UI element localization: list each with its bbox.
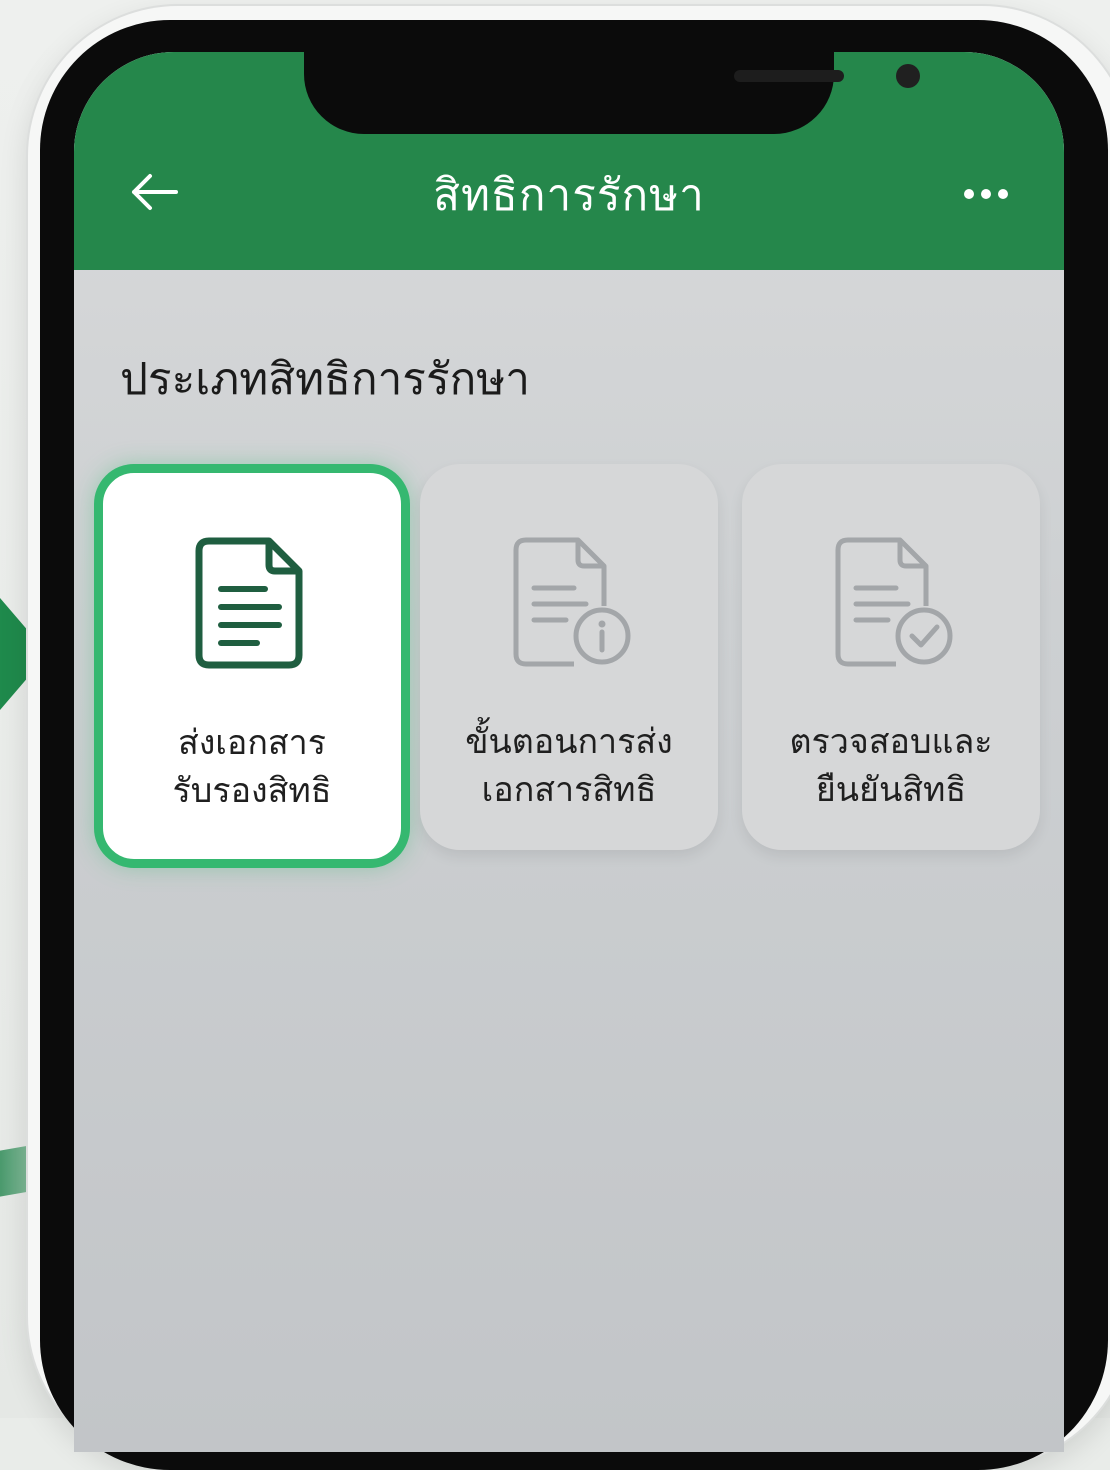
card-label: ส่งเอกสาร รับรองสิทธิ bbox=[172, 723, 332, 811]
speaker-grille bbox=[734, 70, 844, 82]
front-camera bbox=[896, 64, 920, 88]
document-icon bbox=[195, 537, 303, 669]
document-check-icon bbox=[835, 537, 953, 667]
page-title: สิทธิการรักษา bbox=[433, 170, 705, 221]
more-dot bbox=[998, 189, 1008, 199]
card-verify-rights[interactable]: ตรวจสอบและ ยืนยันสิทธิ bbox=[742, 464, 1040, 850]
phone-notch bbox=[304, 52, 920, 134]
document-info-icon bbox=[513, 537, 631, 667]
more-dot bbox=[981, 189, 991, 199]
more-horizontal-icon bbox=[964, 189, 974, 199]
card-label: ขั้นตอนการส่ง เอกสารสิทธิ bbox=[465, 722, 673, 810]
card-submit-documents[interactable]: ส่งเอกสาร รับรองสิทธิ bbox=[94, 464, 410, 868]
app-bar: สิทธิการรักษา bbox=[74, 52, 1064, 270]
more-options-button[interactable] bbox=[946, 164, 1026, 224]
section-heading: ประเภทสิทธิการรักษา bbox=[120, 354, 530, 405]
card-submission-steps[interactable]: ขั้นตอนการส่ง เอกสารสิทธิ bbox=[420, 464, 718, 850]
card-label: ตรวจสอบและ ยืนยันสิทธิ bbox=[789, 722, 993, 810]
phone-screen: สิทธิการรักษา ประเภทสิทธิการรักษา ส่งเอก… bbox=[74, 52, 1064, 1452]
decorative-stripe bbox=[0, 1145, 30, 1197]
